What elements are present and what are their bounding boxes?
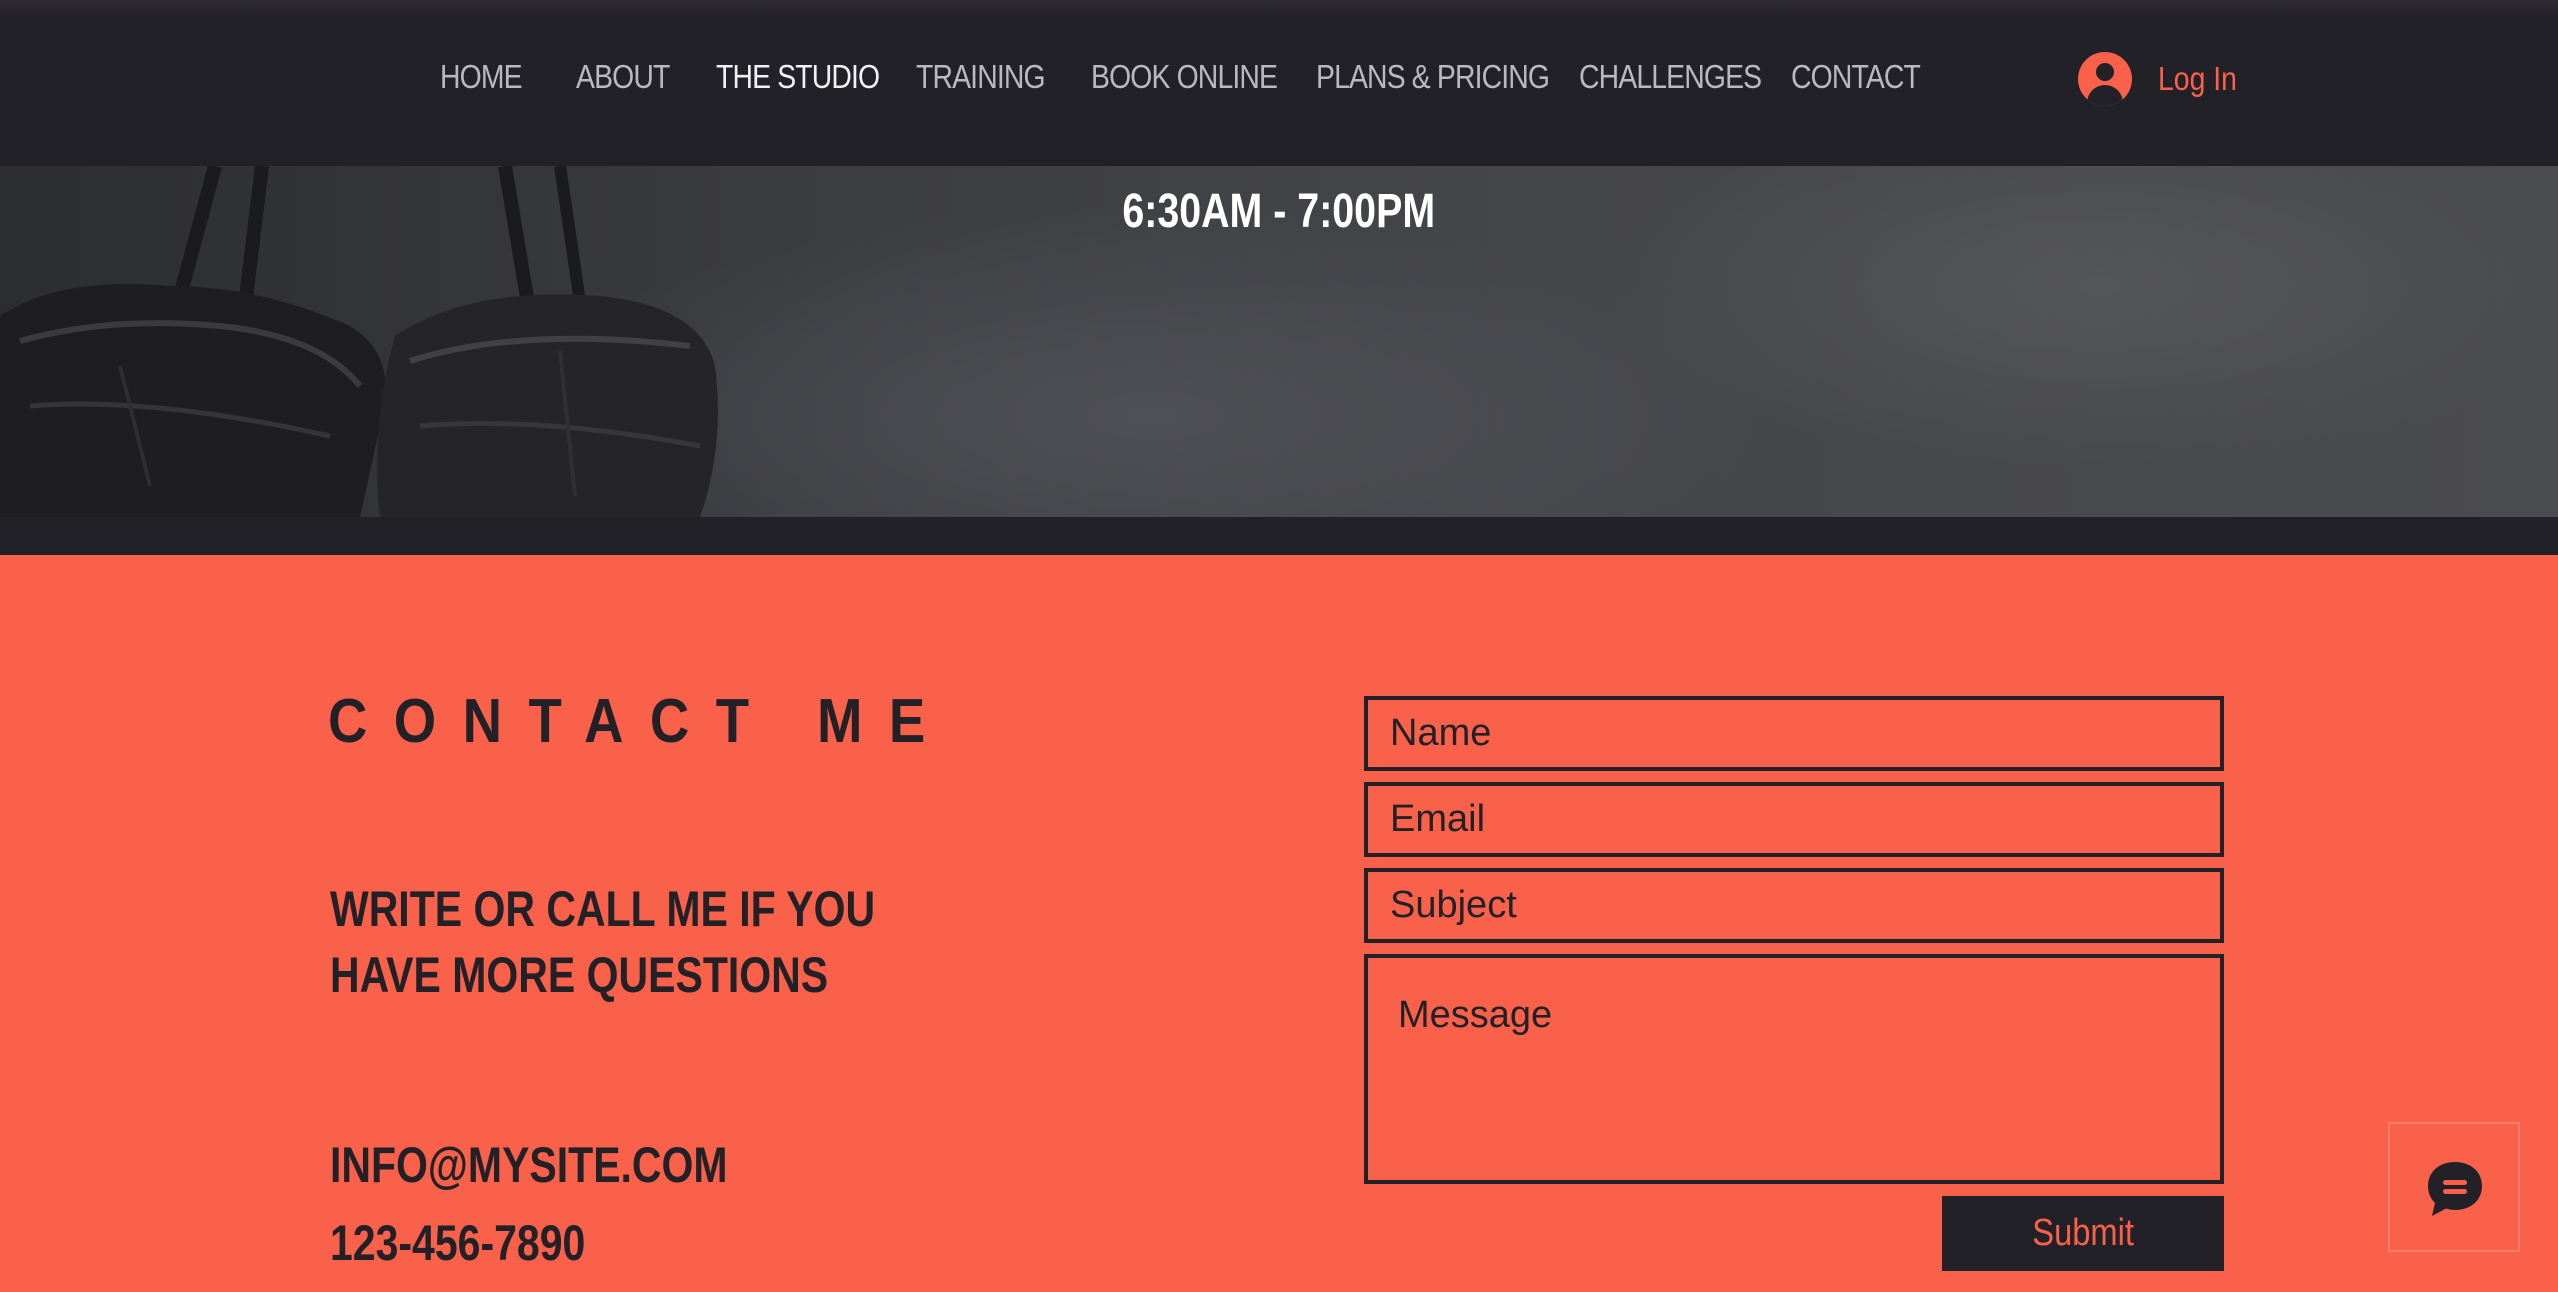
chat-bubble-icon	[2428, 1162, 2482, 1216]
name-field[interactable]	[1364, 696, 2224, 771]
contact-title: CONTACT ME	[328, 687, 952, 756]
nav-item-home[interactable]: HOME	[440, 52, 523, 102]
contact-email[interactable]: INFO@MYSITE.COM	[330, 1136, 728, 1194]
submit-button[interactable]: Submit	[1942, 1196, 2224, 1271]
submit-label: Submit	[2032, 1212, 2134, 1254]
nav-item-plans-pricing[interactable]: PLANS & PRICING	[1316, 52, 1550, 102]
nav-item-book-online[interactable]: BOOK ONLINE	[1091, 52, 1278, 102]
nav-item-challenges[interactable]: CHALLENGES	[1579, 52, 1762, 102]
contact-subtitle: WRITE OR CALL ME IF YOU HAVE MORE QUESTI…	[330, 876, 904, 1008]
site-header: HOME ABOUT THE STUDIO TRAINING BOOK ONLI…	[0, 0, 2558, 166]
nav-item-training[interactable]: TRAINING	[916, 52, 1046, 102]
hero-bottom-band	[0, 517, 2558, 555]
contact-subtitle-line1: WRITE OR CALL ME IF YOU	[330, 881, 876, 937]
contact-phone[interactable]: 123-456-7890	[330, 1214, 585, 1272]
subject-field[interactable]	[1364, 868, 2224, 943]
hero-image-band: 6:30AM - 7:00PM	[0, 166, 2558, 517]
studio-hours: 6:30AM - 7:00PM	[1122, 185, 1436, 238]
nav-item-the-studio[interactable]: THE STUDIO	[716, 52, 880, 102]
message-field[interactable]	[1364, 954, 2224, 1184]
nav-item-contact[interactable]: CONTACT	[1791, 52, 1921, 102]
chat-button[interactable]	[2388, 1122, 2520, 1252]
login-label: Log In	[2158, 60, 2237, 97]
nav-item-about[interactable]: ABOUT	[576, 52, 670, 102]
user-avatar-icon	[2078, 52, 2132, 106]
contact-subtitle-line2: HAVE MORE QUESTIONS	[330, 947, 829, 1003]
email-field[interactable]	[1364, 782, 2224, 857]
